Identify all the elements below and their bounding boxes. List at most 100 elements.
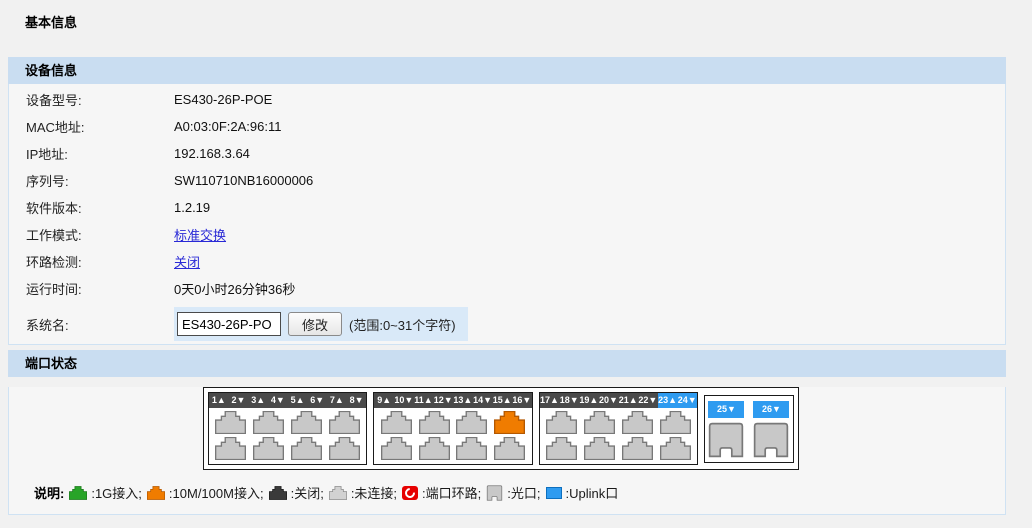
info-row-value: SW110710NB16000006 — [174, 173, 313, 188]
port-18-jack[interactable] — [546, 437, 577, 460]
loop-red-icon — [402, 486, 418, 500]
device-info-panel: 设备信息 设备型号:ES430-26P-POEMAC地址:A0:03:0F:2A… — [8, 57, 1006, 345]
port-number-label: 11▲ — [414, 393, 434, 408]
rj45-port-icon — [456, 437, 487, 460]
info-row-value: ES430-26P-POE — [174, 92, 272, 107]
rj45-orange-icon — [147, 486, 165, 500]
port-4-jack[interactable] — [253, 437, 284, 460]
port-14-jack[interactable] — [456, 437, 487, 460]
port-21-jack[interactable] — [622, 411, 653, 434]
rj45-port-icon — [546, 411, 577, 434]
info-row: 运行时间:0天0小时26分钟36秒 — [9, 275, 1005, 302]
legend-item-text: :未连接; — [351, 483, 397, 502]
port-number-label: 22▼ — [638, 393, 658, 408]
rj45-port-icon — [622, 437, 653, 460]
port-20-jack[interactable] — [584, 437, 615, 460]
device-info-header: 设备信息 — [8, 57, 1006, 84]
port-number-label: 19▲ — [579, 393, 599, 408]
port-jack-grid — [540, 408, 697, 464]
port-19-jack[interactable] — [584, 411, 615, 434]
rj45-gray-icon — [329, 486, 347, 500]
port-6-jack[interactable] — [291, 437, 322, 460]
port-23-jack[interactable] — [660, 411, 691, 434]
sfp-port-icon — [752, 422, 790, 458]
port-7-jack[interactable] — [329, 411, 360, 434]
legend-item: :端口环路; — [402, 483, 481, 502]
port-number-label: 10▼ — [394, 393, 414, 408]
rj45-port-icon — [419, 437, 450, 460]
system-name-range-hint: (范围:0~31个字符) — [349, 315, 456, 334]
port-26-sfp-jack[interactable] — [752, 422, 790, 458]
rj45-port-icon — [660, 437, 691, 460]
legend-title: 说明: — [34, 483, 64, 502]
port-number-label: 5▲ — [288, 393, 308, 408]
info-row-label: 运行时间: — [9, 279, 174, 298]
port-legend: 说明: :1G接入;:10M/100M接入;:关闭;:未连接;:端口环路;:光口… — [9, 470, 1005, 514]
rj45-port-icon — [584, 411, 615, 434]
port-number-label: 2▼ — [229, 393, 249, 408]
uplink-port-number-tab[interactable]: 25▼ — [708, 401, 744, 418]
port-5-jack[interactable] — [291, 411, 322, 434]
port-number-label: 17▲ — [540, 393, 560, 408]
port-17-jack[interactable] — [546, 411, 577, 434]
info-row-label: 序列号: — [9, 171, 174, 190]
rj45-port-icon — [419, 411, 450, 434]
port-22-jack[interactable] — [622, 437, 653, 460]
rj45-gray-icon — [329, 486, 347, 500]
port-2-jack[interactable] — [215, 437, 246, 460]
rj45-port-icon — [546, 437, 577, 460]
port-block-header: 17▲18▼19▲20▼21▲22▼23▲24▼ — [540, 393, 697, 408]
port-11-jack[interactable] — [419, 411, 450, 434]
modify-button[interactable]: 修改 — [288, 312, 342, 336]
info-row: 工作模式:标准交换 — [9, 221, 1005, 248]
port-3-jack[interactable] — [253, 411, 284, 434]
rj45-port-icon — [381, 437, 412, 460]
uplink-port-number-tab[interactable]: 26▼ — [753, 401, 789, 418]
port-number-label: 14▼ — [473, 393, 493, 408]
port-24-jack[interactable] — [660, 437, 691, 460]
device-info-rows: 设备型号:ES430-26P-POEMAC地址:A0:03:0F:2A:96:1… — [9, 84, 1005, 304]
info-row-value: 0天0小时26分钟36秒 — [174, 279, 295, 298]
rj45-port-icon — [215, 411, 246, 434]
info-row-value: A0:03:0F:2A:96:11 — [174, 119, 281, 134]
port-number-label: 1▲ — [209, 393, 229, 408]
info-row: MAC地址:A0:03:0F:2A:96:11 — [9, 113, 1005, 140]
rj45-port-icon — [329, 437, 360, 460]
port-12-jack[interactable] — [419, 437, 450, 460]
system-name-input[interactable] — [177, 312, 281, 336]
rj45-port-icon — [253, 437, 284, 460]
switch-port-diagram: 1▲2▼3▲4▼5▲6▼7▲8▼9▲10▼11▲12▼13▲14▼15▲16▼1… — [203, 387, 799, 470]
system-name-row: 系统名: 修改 (范围:0~31个字符) — [9, 304, 1005, 344]
port-block-header: 9▲10▼11▲12▼13▲14▼15▲16▼ — [374, 393, 531, 408]
rj45-port-icon — [291, 411, 322, 434]
port-9-jack[interactable] — [381, 411, 412, 434]
rj45-dark-icon — [269, 486, 287, 500]
port-10-jack[interactable] — [381, 437, 412, 460]
port-15-jack[interactable] — [494, 411, 525, 434]
port-16-jack[interactable] — [494, 437, 525, 460]
port-number-label: 15▲ — [492, 393, 512, 408]
info-row-value-link[interactable]: 关闭 — [174, 252, 200, 271]
port-number-label: 8▼ — [347, 393, 367, 408]
info-row: 序列号:SW110710NB16000006 — [9, 167, 1005, 194]
port-13-jack[interactable] — [456, 411, 487, 434]
port-8-jack[interactable] — [329, 437, 360, 460]
sfp-port-column: 26▼ — [752, 401, 790, 457]
port-25-sfp-jack[interactable] — [707, 422, 745, 458]
legend-item: :1G接入; — [69, 483, 142, 502]
info-row: 软件版本:1.2.19 — [9, 194, 1005, 221]
rj45-port-icon — [494, 411, 525, 434]
port-number-label: 16▼ — [512, 393, 532, 408]
port-number-label: 6▼ — [307, 393, 327, 408]
info-row-value-link[interactable]: 标准交换 — [174, 225, 226, 244]
port-1-jack[interactable] — [215, 411, 246, 434]
rj45-green-icon — [69, 486, 87, 500]
rj45-port-icon — [660, 411, 691, 434]
sfp-gray-icon — [486, 485, 503, 501]
port-number-label: 21▲ — [618, 393, 638, 408]
loop-red-icon — [402, 486, 418, 500]
port-status-header: 端口状态 — [8, 350, 1006, 377]
port-jack-grid — [374, 408, 531, 464]
legend-item-text: :1G接入; — [91, 483, 142, 502]
info-row-label: 环路检测: — [9, 252, 174, 271]
